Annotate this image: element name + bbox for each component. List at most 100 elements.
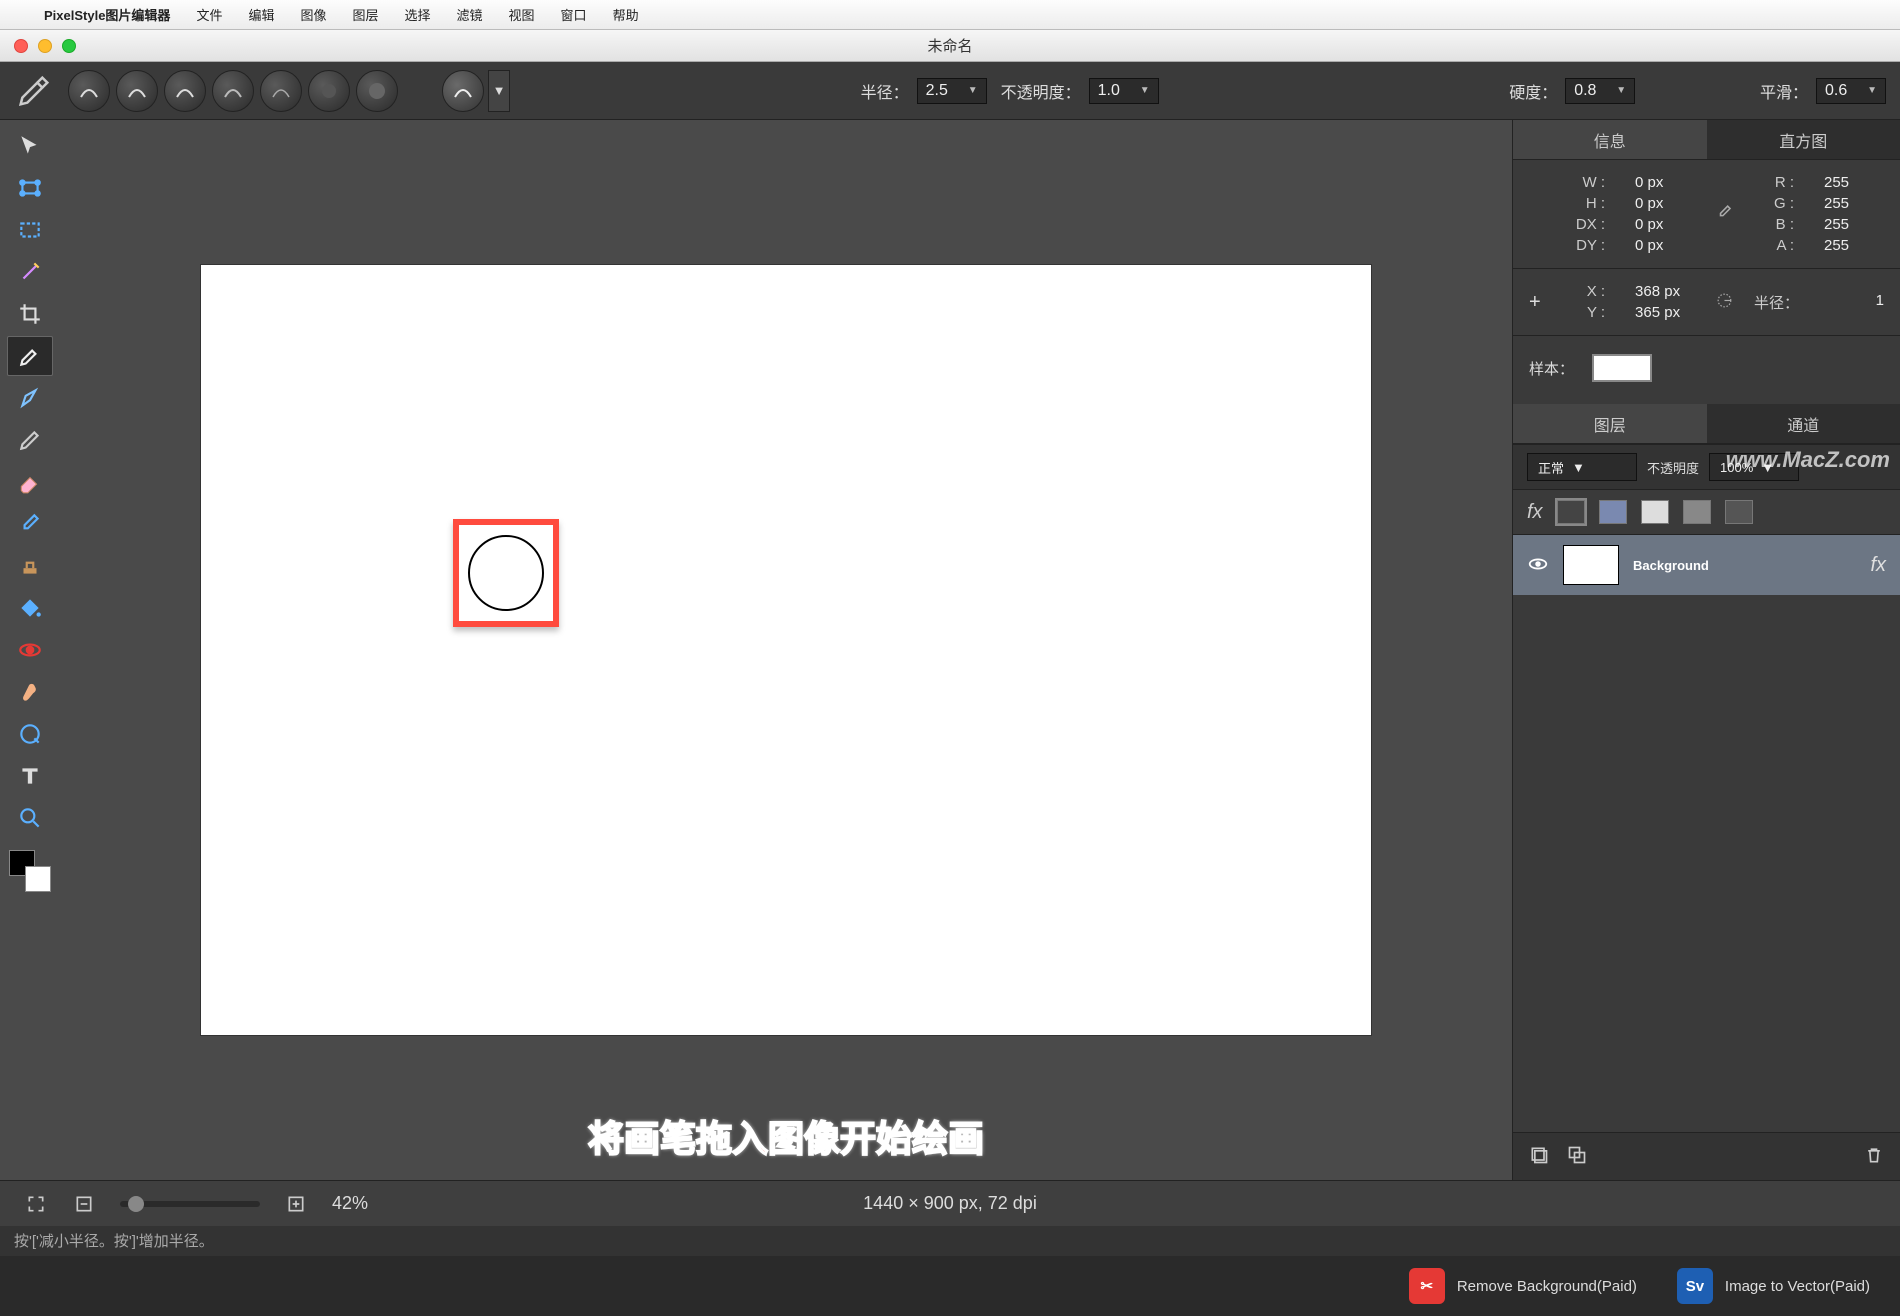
pen-brush-tool[interactable] [7,378,53,418]
menu-select[interactable]: 选择 [405,5,431,24]
brush-preset-6[interactable] [308,70,350,112]
info-panel: W :0 px H :0 px DX :0 px DY :0 px R :255… [1513,160,1900,404]
layer-controls: 正常▼ 不透明度 100%▼ www.MacZ.com [1513,444,1900,490]
radius-icon [1715,291,1734,314]
fullscreen-icon[interactable] [24,1192,48,1216]
layer-mode-5[interactable] [1725,500,1753,524]
radius-input[interactable]: 2.5▼ [917,78,987,104]
eyedropper-tool[interactable] [7,504,53,544]
zoom-slider[interactable] [120,1201,260,1207]
promo-remove-bg[interactable]: ✂ Remove Background(Paid) [1409,1268,1637,1304]
layer-mode-1[interactable] [1557,500,1585,524]
smudge-tool[interactable] [7,672,53,712]
zoom-out-button[interactable] [72,1192,96,1216]
layer-list: Background fx [1513,535,1900,1132]
eraser-tool[interactable] [7,462,53,502]
brush-preset-2[interactable] [116,70,158,112]
paint-bucket-tool[interactable] [7,588,53,628]
menu-view[interactable]: 视图 [509,5,535,24]
annotation-text: 将画笔拖入图像开始绘画 [588,1110,984,1162]
menu-window[interactable]: 窗口 [561,5,587,24]
opacity-input[interactable]: 1.0▼ [1089,78,1159,104]
mac-menubar: PixelStyle图片编辑器 文件 编辑 图像 图层 选择 滤镜 视图 窗口 … [0,0,1900,30]
zoom-tool[interactable] [7,798,53,838]
window-titlebar: 未命名 [0,30,1900,62]
brush-preset-7[interactable] [356,70,398,112]
brush-tool-icon [14,71,54,111]
window-title: 未命名 [927,35,972,56]
menu-edit[interactable]: 编辑 [248,5,274,24]
sample-swatch[interactable] [1592,354,1652,382]
brush-preset-3[interactable] [164,70,206,112]
magic-wand-tool[interactable] [7,252,53,292]
brush-preset-group [68,70,398,112]
brush-dropdown-button[interactable]: ▼ [488,70,510,112]
radius-label: 半径： [861,79,909,103]
tab-channels[interactable]: 通道 [1707,404,1900,443]
menu-help[interactable]: 帮助 [613,5,639,24]
move-tool[interactable] [7,126,53,166]
brush-preset-4[interactable] [212,70,254,112]
layer-fx-icon[interactable]: fx [1870,554,1886,577]
window-zoom-button[interactable] [62,39,76,53]
background-color[interactable] [25,866,51,892]
active-brush-selector[interactable]: ▼ [442,70,510,112]
brush-cursor-preview [453,519,559,627]
new-layer-button[interactable] [1529,1145,1549,1168]
layer-footer [1513,1132,1900,1180]
text-tool[interactable] [7,756,53,796]
canvas-viewport[interactable]: 将画笔拖入图像开始绘画 [60,120,1512,1180]
color-swatches[interactable] [9,850,51,892]
smoothing-label: 平滑： [1760,79,1808,103]
window-minimize-button[interactable] [38,39,52,53]
layer-item[interactable]: Background fx [1513,535,1900,595]
canvas[interactable] [201,265,1371,1035]
duplicate-layer-button[interactable] [1567,1145,1587,1168]
hardness-input[interactable]: 0.8▼ [1565,78,1635,104]
layer-mode-4[interactable] [1683,500,1711,524]
transform-tool[interactable] [7,168,53,208]
pencil-tool[interactable] [7,420,53,460]
promo-vector[interactable]: Sv Image to Vector(Paid) [1677,1268,1870,1304]
layer-name[interactable]: Background [1633,558,1856,573]
brush-preset-1[interactable] [68,70,110,112]
fx-label[interactable]: fx [1527,501,1543,524]
brush-outline-icon [468,535,544,611]
brush-preset-5[interactable] [260,70,302,112]
menu-filter[interactable]: 滤镜 [457,5,483,24]
layer-visibility-icon[interactable] [1527,553,1549,578]
smoothing-input[interactable]: 0.6▼ [1816,78,1886,104]
marquee-tool[interactable] [7,210,53,250]
shape-tool[interactable] [7,714,53,754]
tab-histogram[interactable]: 直方图 [1707,120,1900,159]
menu-layer[interactable]: 图层 [352,5,378,24]
menu-image[interactable]: 图像 [300,5,326,24]
layer-mode-3[interactable] [1641,500,1669,524]
promo-bar: ✂ Remove Background(Paid) Sv Image to Ve… [0,1256,1900,1316]
tab-info[interactable]: 信息 [1513,120,1707,159]
menu-file[interactable]: 文件 [196,5,222,24]
options-toolbar: ▼ 半径： 2.5▼ 不透明度： 1.0▼ 硬度： 0.8▼ 平滑： 0.6▼ [0,62,1900,120]
zoom-in-button[interactable] [284,1192,308,1216]
app-menu[interactable]: PixelStyle图片编辑器 [44,5,170,24]
eyedropper-icon [1715,203,1734,226]
hardness-label: 硬度： [1509,79,1557,103]
hint-bar: 按'['减小半径。按']'增加半径。 [0,1226,1900,1256]
blend-mode-select[interactable]: 正常▼ [1527,453,1637,481]
redeye-tool[interactable] [7,630,53,670]
delete-layer-button[interactable] [1864,1145,1884,1168]
tab-layers[interactable]: 图层 [1513,404,1707,443]
status-bar: 42% 1440 × 900 px, 72 dpi [0,1180,1900,1226]
layer-opacity-input[interactable]: 100%▼ [1709,453,1799,481]
vector-icon: Sv [1677,1268,1713,1304]
window-close-button[interactable] [14,39,28,53]
opacity-label: 不透明度： [1001,79,1081,103]
layer-fx-row: fx [1513,490,1900,535]
sample-label: 样本： [1529,358,1574,379]
tool-palette [0,120,60,1180]
layer-mode-2[interactable] [1599,500,1627,524]
right-panel: 信息 直方图 W :0 px H :0 px DX :0 px DY :0 px… [1512,120,1900,1180]
brush-tool[interactable] [7,336,53,376]
clone-stamp-tool[interactable] [7,546,53,586]
crop-tool[interactable] [7,294,53,334]
